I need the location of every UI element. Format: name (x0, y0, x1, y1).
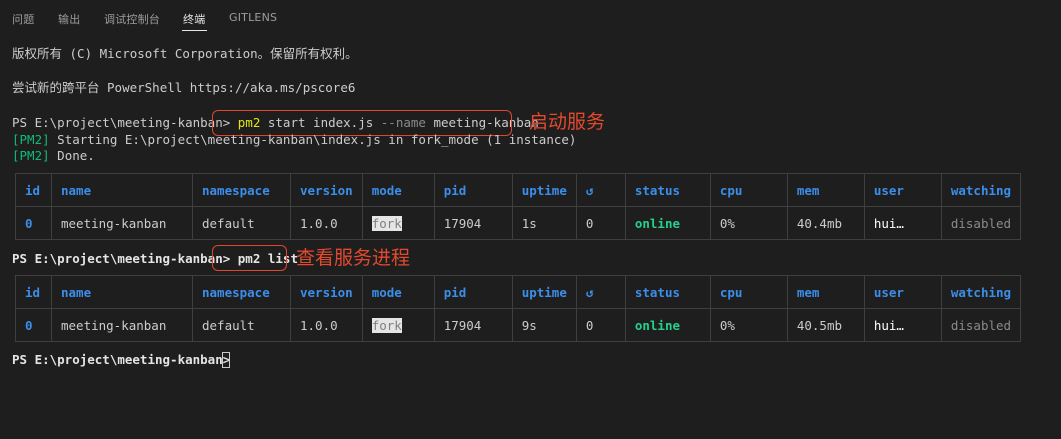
col-id: id (15, 275, 52, 309)
col-status: status (624, 173, 711, 207)
table-header-row: id name namespace version mode pid uptim… (15, 275, 1022, 309)
col-mem: mem (786, 173, 865, 207)
cell-namespace: default (192, 308, 291, 342)
tab-debug-console[interactable]: 调试控制台 (104, 11, 160, 27)
cell-status: online (624, 308, 711, 342)
col-id: id (15, 173, 52, 207)
col-namespace: namespace (192, 173, 291, 207)
command-line-prompt[interactable]: PS E:\project\meeting-kanban> (12, 352, 230, 368)
col-version: version (290, 275, 363, 309)
copyright-line: 版权所有 (C) Microsoft Corporation。保留所有权利。 (12, 46, 358, 61)
pm2-output-starting: [PM2] Starting E:\project\meeting-kanban… (12, 132, 576, 148)
col-cpu: cpu (709, 173, 788, 207)
col-restarts: ↺ (575, 275, 626, 309)
pm2-tag: [PM2] (12, 148, 50, 163)
col-mode: mode (361, 173, 435, 207)
cell-name: meeting-kanban (51, 206, 193, 240)
pm2-tag: [PM2] (12, 132, 50, 147)
cell-uptime: 9s (511, 308, 577, 342)
col-mode: mode (361, 275, 435, 309)
col-name: name (51, 275, 193, 309)
cell-id: 0 (15, 206, 52, 240)
powershell-tip-line: 尝试新的跨平台 PowerShell https://aka.ms/pscore… (12, 80, 356, 95)
annotation-view-process: 查看服务进程 (296, 247, 411, 269)
mode-value: fork (371, 317, 402, 333)
col-uptime: uptime (511, 275, 577, 309)
cell-user: hui… (863, 308, 942, 342)
pm2-process-table-1: id name namespace version mode pid uptim… (15, 173, 1022, 240)
col-user: user (863, 173, 942, 207)
col-uptime: uptime (511, 173, 577, 207)
cell-restarts: 0 (575, 308, 626, 342)
cell-uptime: 1s (511, 206, 577, 240)
cell-id: 0 (15, 308, 52, 342)
cell-pid: 17904 (433, 308, 513, 342)
table-header-row: id name namespace version mode pid uptim… (15, 173, 1022, 207)
tab-output[interactable]: 输出 (58, 11, 80, 27)
mode-value: fork (371, 215, 402, 231)
cell-mode: fork (361, 308, 435, 342)
col-user: user (863, 275, 942, 309)
cell-restarts: 0 (575, 206, 626, 240)
pm2-message: Done. (49, 148, 95, 163)
col-restarts: ↺ (575, 173, 626, 207)
cell-cpu: 0% (709, 206, 788, 240)
table-row: 0 meeting-kanban default 1.0.0 fork 1790… (15, 206, 1022, 240)
prompt: PS E:\project\meeting-kanban> (12, 115, 231, 130)
tab-terminal[interactable]: 终端 (183, 11, 205, 27)
col-watching: watching (940, 275, 1022, 309)
table-row: 0 meeting-kanban default 1.0.0 fork 1790… (15, 308, 1022, 342)
highlight-box-list (212, 245, 287, 271)
cell-mem: 40.5mb (786, 308, 865, 342)
tab-problems[interactable]: 问题 (12, 11, 34, 27)
cell-name: meeting-kanban (51, 308, 193, 342)
panel-tab-bar: 问题 输出 调试控制台 终端 GITLENS (0, 0, 1061, 35)
tab-gitlens[interactable]: GITLENS (229, 11, 277, 24)
cell-version: 1.0.0 (290, 206, 363, 240)
cell-version: 1.0.0 (290, 308, 363, 342)
pm2-message: Starting E:\project\meeting-kanban\index… (49, 132, 577, 147)
col-pid: pid (433, 275, 513, 309)
prompt: PS E:\project\meeting-kanban> (12, 352, 231, 367)
cell-pid: 17904 (433, 206, 513, 240)
cell-watching: disabled (940, 308, 1022, 342)
cell-status: online (624, 206, 711, 240)
cell-user: hui… (863, 206, 942, 240)
col-watching: watching (940, 173, 1022, 207)
col-namespace: namespace (192, 275, 291, 309)
terminal-cursor[interactable] (222, 352, 230, 368)
pm2-process-table-2: id name namespace version mode pid uptim… (15, 275, 1022, 342)
cell-namespace: default (192, 206, 291, 240)
cell-mem: 40.4mb (786, 206, 865, 240)
col-mem: mem (786, 275, 865, 309)
col-version: version (290, 173, 363, 207)
col-cpu: cpu (709, 275, 788, 309)
cell-mode: fork (361, 206, 435, 240)
active-tab-indicator (182, 30, 207, 31)
cell-watching: disabled (940, 206, 1022, 240)
annotation-start-service: 启动服务 (529, 111, 606, 133)
cell-cpu: 0% (709, 308, 788, 342)
col-status: status (624, 275, 711, 309)
col-pid: pid (433, 173, 513, 207)
prompt: PS E:\project\meeting-kanban> (12, 251, 231, 266)
pm2-output-done: [PM2] Done. (12, 148, 95, 164)
col-name: name (51, 173, 193, 207)
